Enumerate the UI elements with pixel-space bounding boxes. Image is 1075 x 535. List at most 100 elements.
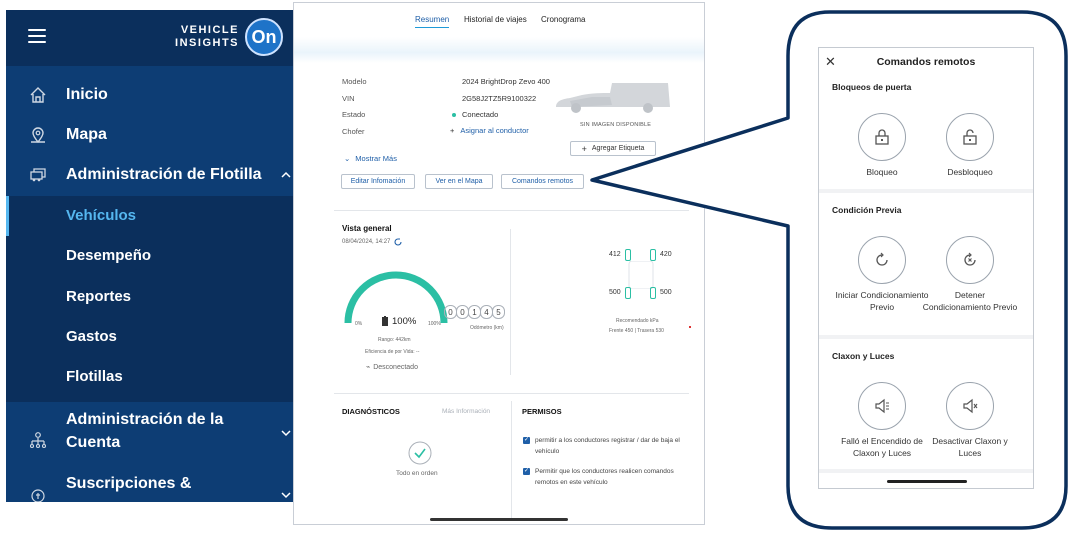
map-pin-icon bbox=[31, 127, 45, 144]
vehicle-silhouette-image bbox=[556, 83, 670, 113]
sidebar: VEHICLE INSIGHTS On Inicio Mapa Administr… bbox=[6, 10, 299, 502]
tire-icon bbox=[625, 287, 631, 299]
tire-front-right: 420 bbox=[660, 251, 672, 258]
diagnostics-more-link[interactable]: Más Información bbox=[442, 408, 490, 415]
horn-lights-off-label: Desactivar Claxon y Luces bbox=[932, 436, 1008, 458]
section-horn-lights: Claxon y Luces bbox=[832, 351, 895, 361]
refresh-icon[interactable] bbox=[393, 237, 403, 247]
edit-info-button[interactable]: Editar Infomación bbox=[341, 174, 415, 189]
divider bbox=[334, 393, 689, 394]
add-tag-label: Agregar Etiqueta bbox=[591, 145, 645, 152]
vin-value: 2G58J2TZ5R9100322 bbox=[462, 94, 537, 103]
tab-cronograma[interactable]: Cronograma bbox=[541, 15, 585, 24]
stop-precondition-label: Detener Condicionamiento Previo bbox=[922, 290, 1018, 312]
divider bbox=[510, 229, 511, 375]
sidebar-item-mapa[interactable]: Mapa bbox=[6, 124, 299, 146]
tire-icon bbox=[650, 249, 656, 261]
account-icon bbox=[29, 432, 47, 449]
tab-bar: Resumen Historial de viajes Cronograma bbox=[294, 15, 704, 35]
section-divider bbox=[819, 469, 1033, 473]
subscriptions-icon bbox=[31, 489, 45, 502]
modal-title: Comandos remotos bbox=[876, 56, 976, 68]
horn-lights-icon bbox=[875, 398, 889, 414]
fleet-submenu bbox=[6, 196, 299, 402]
sidebar-item-administracion-flotilla[interactable]: Administración de Flotilla bbox=[6, 164, 299, 186]
sidebar-item-administracion-cuenta[interactable]: Administración de la Cuenta bbox=[6, 408, 299, 456]
hamburger-menu-icon[interactable] bbox=[28, 29, 46, 43]
tire-icon bbox=[650, 287, 656, 299]
sidebar-item-label: Mapa bbox=[66, 126, 107, 143]
permission-checkbox-2[interactable]: ✓ bbox=[523, 468, 530, 475]
tire-recommended-label: Recomendado kPa bbox=[616, 318, 659, 324]
sidebar-subitem-vehiculos[interactable]: Vehículos bbox=[66, 207, 136, 224]
start-precondition-label: Iniciar Condicionamiento Previo bbox=[835, 290, 929, 312]
horn-lights-button[interactable] bbox=[858, 382, 906, 430]
driver-label: Chofer bbox=[342, 127, 365, 136]
view-on-map-button[interactable]: Ver en el Mapa bbox=[425, 174, 493, 189]
section-divider bbox=[819, 189, 1033, 193]
battery-level: 100% bbox=[392, 316, 417, 327]
horn-lights-off-button[interactable] bbox=[946, 382, 994, 430]
permission-checkbox-1[interactable]: ✓ bbox=[523, 437, 530, 444]
show-more-label: Mostrar Más bbox=[355, 154, 397, 163]
stop-precondition-button[interactable] bbox=[946, 236, 994, 284]
check-circle-icon bbox=[408, 441, 432, 465]
unlock-icon bbox=[963, 129, 977, 145]
sidebar-item-suscripciones[interactable]: Suscripciones & bbox=[6, 472, 299, 502]
state-label: Estado bbox=[342, 110, 366, 119]
vehicle-insights-logo: VEHICLE INSIGHTS On bbox=[171, 18, 283, 58]
home-indicator bbox=[887, 480, 967, 483]
brand-line2: INSIGHTS bbox=[175, 37, 239, 49]
tire-recommended-values: Frente 450 | Trasera 530 bbox=[609, 328, 664, 334]
divider bbox=[511, 401, 512, 519]
lock-button[interactable] bbox=[858, 113, 906, 161]
vehicle-detail-panel: Resumen Historial de viajes Cronograma M… bbox=[293, 2, 705, 525]
sidebar-header: VEHICLE INSIGHTS On bbox=[6, 10, 299, 66]
assign-driver-link[interactable]: + Asignar al conductor bbox=[450, 126, 529, 135]
sidebar-item-label: Suscripciones & bbox=[66, 475, 192, 492]
chevron-up-icon[interactable] bbox=[281, 170, 291, 180]
sidebar-subitem-gastos[interactable]: Gastos bbox=[66, 328, 117, 345]
overview-timestamp: 08/04/2024, 14:27 bbox=[342, 239, 391, 245]
chevron-down-icon[interactable] bbox=[281, 428, 291, 438]
show-more-link[interactable]: ⌄ Mostrar Más bbox=[344, 154, 397, 163]
horn-lights-label: Falló el Encendido de Claxon y Luces bbox=[841, 436, 923, 458]
stop-precondition-icon bbox=[964, 252, 976, 266]
fleet-icon bbox=[30, 168, 46, 182]
odometer-digit: 5 bbox=[492, 305, 505, 319]
brand-line1: VEHICLE bbox=[180, 24, 239, 36]
sidebar-subitem-reportes[interactable]: Reportes bbox=[66, 288, 131, 305]
permissions-title: PERMISOS bbox=[522, 407, 562, 416]
tire-icon bbox=[625, 249, 631, 261]
chevron-down-icon[interactable] bbox=[281, 490, 291, 500]
remote-commands-button[interactable]: Comandos remotos bbox=[501, 174, 584, 189]
sidebar-subitem-flotillas[interactable]: Flotillas bbox=[66, 368, 123, 385]
unlock-label: Desbloqueo bbox=[947, 167, 993, 177]
section-precondition: Condición Previa bbox=[832, 205, 902, 215]
disconnected-label: Desconectado bbox=[373, 364, 418, 371]
sidebar-item-inicio[interactable]: Inicio bbox=[6, 84, 299, 106]
range-text: Rango: 442km bbox=[378, 337, 411, 343]
start-precondition-button[interactable] bbox=[858, 236, 906, 284]
sidebar-item-label: Inicio bbox=[66, 86, 108, 103]
section-door-locks: Bloqueos de puerta bbox=[832, 82, 912, 92]
battery-icon bbox=[382, 316, 388, 326]
permission-text-1: permitir a los conductores registrar / d… bbox=[535, 437, 680, 455]
odometer: 0 0 1 4 5 bbox=[444, 305, 505, 319]
divider bbox=[334, 210, 689, 211]
lock-label: Bloqueo bbox=[866, 167, 898, 177]
plus-icon: + bbox=[450, 126, 455, 135]
tab-historial-viajes[interactable]: Historial de viajes bbox=[464, 15, 527, 24]
permission-text-2: Permitir que los conductores realicen co… bbox=[535, 468, 674, 486]
state-value: Conectado bbox=[462, 110, 499, 119]
add-tag-button[interactable]: + Agregar Etiqueta bbox=[570, 141, 656, 156]
overview-title: Vista general bbox=[342, 224, 392, 233]
home-icon bbox=[30, 87, 46, 103]
sidebar-subitem-desempeno[interactable]: Desempeño bbox=[66, 247, 151, 264]
disconnected-status: ⌁ Desconectado bbox=[366, 363, 418, 371]
unlock-button[interactable] bbox=[946, 113, 994, 161]
vin-label: VIN bbox=[342, 94, 355, 103]
no-image-caption: SIN IMAGEN DISPONIBLE bbox=[580, 122, 652, 128]
diagnostics-title: DIAGNÓSTICOS bbox=[342, 407, 400, 416]
tab-resumen[interactable]: Resumen bbox=[415, 15, 450, 28]
